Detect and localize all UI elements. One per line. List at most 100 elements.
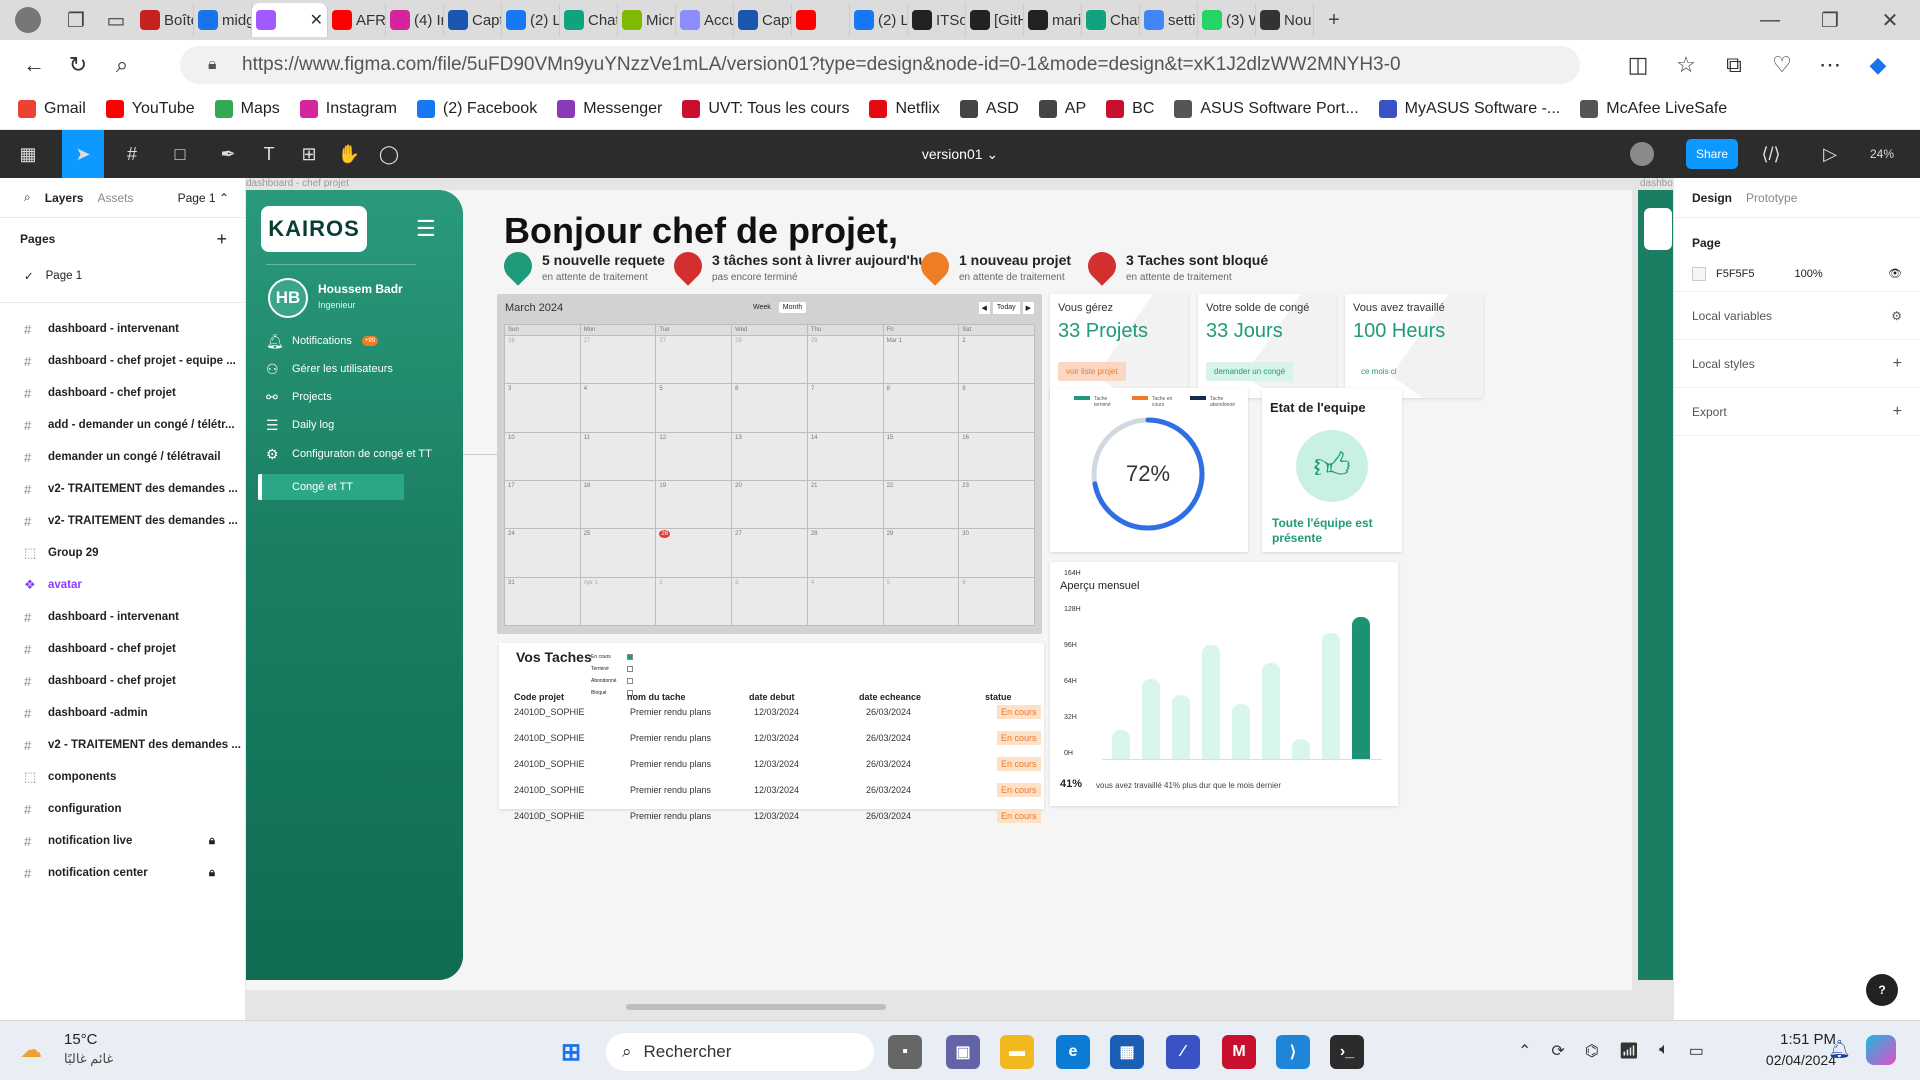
layer-item[interactable]: ❖ avatar <box>0 569 245 601</box>
app-icon-explorer[interactable]: ▬ <box>1000 1035 1034 1069</box>
bookmark-item[interactable]: MyASUS Software -... <box>1378 100 1560 119</box>
zoom-level[interactable]: 24% <box>1856 130 1908 178</box>
frame-tool-icon[interactable]: # <box>112 130 152 178</box>
calendar-cell[interactable]: 3 <box>505 384 580 432</box>
browser-tab[interactable]: Chat <box>560 3 618 37</box>
browser-tab[interactable]: midg <box>194 3 252 37</box>
layer-item[interactable]: ⬚ Group 29 <box>0 537 245 569</box>
back-button[interactable]: ← <box>12 45 56 85</box>
stat-button[interactable]: demander un congé <box>1206 362 1294 381</box>
tab-design[interactable]: Design <box>1692 191 1732 205</box>
search-layers-icon[interactable]: ⌕ <box>24 190 31 205</box>
checkbox[interactable] <box>627 654 633 660</box>
browser-tab[interactable]: (4) In <box>386 3 444 37</box>
calendar-cell[interactable]: 6 <box>959 577 1034 625</box>
bookmark-item[interactable]: UVT: Tous les cours <box>682 100 849 119</box>
heart-icon[interactable]: ♡ <box>1760 45 1804 85</box>
task-filter[interactable]: Terminé <box>591 663 633 675</box>
browser-tab[interactable]: Accu <box>676 3 734 37</box>
calendar-cell[interactable]: 28 <box>807 529 883 577</box>
app-icon-mcafee[interactable]: M <box>1222 1035 1256 1069</box>
split-screen-icon[interactable]: ◫ <box>1616 45 1660 85</box>
calendar-cell[interactable]: 15 <box>883 432 959 480</box>
calendar-cell[interactable]: 6 <box>732 384 807 432</box>
layer-item[interactable]: # dashboard -admin <box>0 697 245 729</box>
table-row[interactable]: 24010D_SOPHIE Premier rendu plans 12/03/20… <box>499 807 1041 827</box>
browser-tab[interactable]: (2) Le <box>502 3 560 37</box>
resources-icon[interactable]: ⊞ <box>294 130 324 178</box>
browser-tab[interactable]: Boîte <box>136 3 194 37</box>
new-tab-button[interactable]: + <box>1314 3 1354 37</box>
page-item[interactable]: ✓ Page 1 <box>0 260 245 292</box>
local-variables-row[interactable]: Local variables ⚙ <box>1674 292 1920 340</box>
app-icon-taskview[interactable]: ▪ <box>888 1035 922 1069</box>
tab-prototype[interactable]: Prototype <box>1746 191 1797 205</box>
next-month-icon[interactable]: ▶ <box>1022 302 1034 314</box>
workspaces-icon[interactable]: ❐ <box>56 3 96 37</box>
week-view-button[interactable]: Week <box>749 302 775 313</box>
layer-item[interactable]: # dashboard - chef projet <box>0 377 245 409</box>
chevron-up-icon[interactable]: ⌃ <box>1518 1041 1531 1061</box>
app-icon-asus[interactable]: ⁄ <box>1166 1035 1200 1069</box>
calendar-cell[interactable]: 3 <box>732 577 807 625</box>
comment-tool-icon[interactable]: ◯ <box>374 130 404 178</box>
calendar-cell[interactable]: 13 <box>732 432 807 480</box>
color-swatch[interactable] <box>1692 266 1706 281</box>
calendar-cell[interactable]: 4 <box>580 384 656 432</box>
calendar-cell[interactable]: 27 <box>656 336 732 384</box>
calendar-cell[interactable]: 30 <box>959 529 1034 577</box>
figma-menu-icon[interactable]: ▦ <box>10 130 46 178</box>
nav-item[interactable]: ⚙ Configuraton de congé et TT <box>266 441 432 467</box>
calendar-cell[interactable]: 10 <box>505 432 580 480</box>
checkbox[interactable] <box>627 678 633 684</box>
favorites-icon[interactable]: ☆ <box>1664 45 1708 85</box>
calendar-cell[interactable]: 12 <box>656 432 732 480</box>
month-view-button[interactable]: Month <box>778 302 807 313</box>
prev-month-icon[interactable]: ◀ <box>978 302 990 314</box>
refresh-button[interactable]: ↻ <box>56 45 100 85</box>
bookmark-item[interactable]: Messenger <box>557 100 662 119</box>
opacity-value[interactable]: 100% <box>1795 268 1823 280</box>
bg-color-value[interactable]: F5F5F5 <box>1716 268 1755 280</box>
calendar-cell[interactable]: 29 <box>883 529 959 577</box>
collections-icon[interactable]: ⧉ <box>1712 45 1756 85</box>
add-page-icon[interactable]: + <box>216 229 227 250</box>
browser-tab[interactable]: setti <box>1140 3 1198 37</box>
layer-item[interactable]: # add - demander un congé / télétr... <box>0 409 245 441</box>
tab-actions-icon[interactable]: ▭ <box>96 3 136 37</box>
calendar-cell[interactable]: 8 <box>883 384 959 432</box>
browser-tab[interactable]: (3) W <box>1198 3 1256 37</box>
calendar-cell[interactable]: 2 <box>959 336 1034 384</box>
calendar-cell[interactable]: 31 <box>505 577 580 625</box>
add-style-icon[interactable]: + <box>1893 355 1902 373</box>
lock-icon[interactable]: 🔒︎ <box>209 867 215 880</box>
more-icon[interactable]: ⋯ <box>1808 45 1852 85</box>
browser-tab[interactable]: (2) Le <box>850 3 908 37</box>
bookmark-item[interactable]: BC <box>1106 100 1154 119</box>
notification-bell-icon[interactable]: 🔔︎ <box>1828 1039 1851 1060</box>
layer-item[interactable]: # dashboard - intervenant <box>0 601 245 633</box>
layer-item[interactable]: # dashboard - chef projet <box>0 633 245 665</box>
nav-item[interactable]: 🔔︎ Notifications +99 <box>266 328 379 354</box>
profile-avatar[interactable] <box>0 0 56 40</box>
minimize-button[interactable]: — <box>1740 3 1800 37</box>
browser-tab[interactable]: Nou <box>1256 3 1314 37</box>
browser-tab[interactable]: ✕ <box>252 3 328 37</box>
browser-tab[interactable]: [GitH <box>966 3 1024 37</box>
eye-icon[interactable]: 👁︎ <box>1888 267 1902 280</box>
page-selector[interactable]: Page 1 ⌃ <box>178 191 229 205</box>
calendar-cell[interactable]: 19 <box>656 480 732 529</box>
layer-item[interactable]: # v2- TRAITEMENT des demandes ... <box>0 473 245 505</box>
calendar-cell[interactable]: 5 <box>883 577 959 625</box>
collaborator-avatar[interactable] <box>1628 130 1656 178</box>
table-row[interactable]: 24010D_SOPHIE Premier rendu plans 12/03/20… <box>499 781 1041 801</box>
calendar-cell[interactable]: 2 <box>656 577 732 625</box>
calendar-cell[interactable]: 21 <box>807 480 883 529</box>
canvas-scrollbar[interactable] <box>626 1004 886 1010</box>
taskbar-search[interactable]: ⌕ Rechercher <box>606 1033 874 1071</box>
calendar-cell[interactable]: Apr 1 <box>580 577 656 625</box>
nav-item[interactable]: ☰ Daily log <box>266 412 334 438</box>
browser-tab[interactable]: Chat <box>1082 3 1140 37</box>
app-icon-edge[interactable]: e <box>1056 1035 1090 1069</box>
table-row[interactable]: 24010D_SOPHIE Premier rendu plans 12/03/20… <box>499 755 1041 775</box>
